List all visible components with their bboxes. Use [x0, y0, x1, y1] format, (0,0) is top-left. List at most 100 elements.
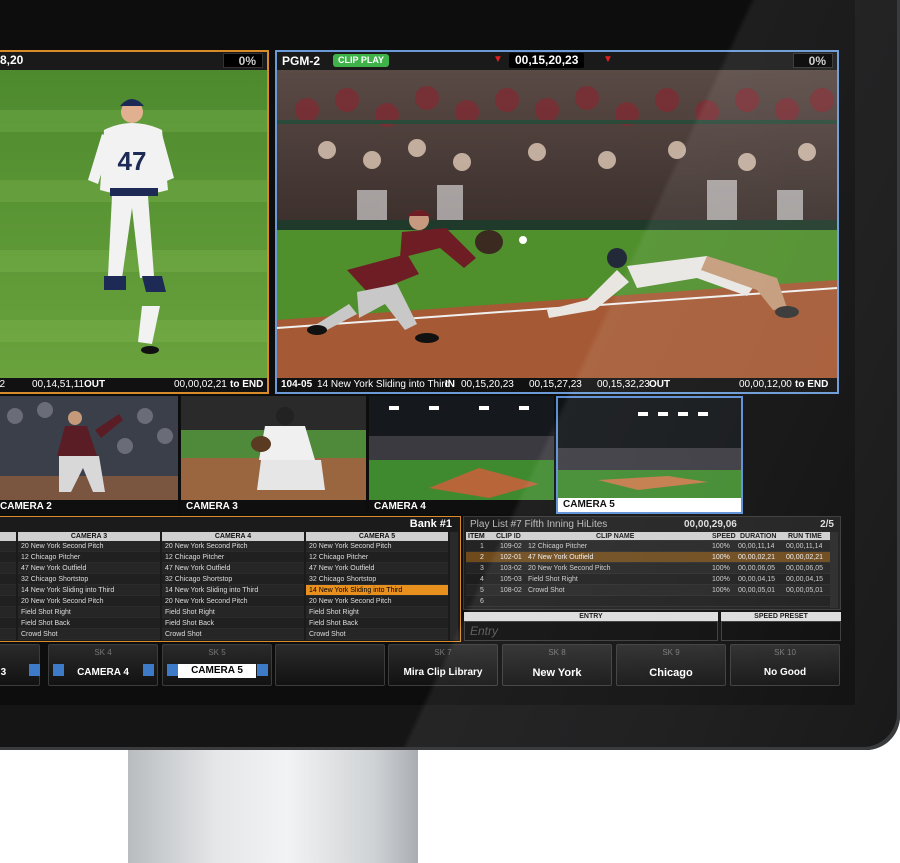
camera-2-thumb[interactable]: CAMERA 2 [0, 396, 178, 514]
camera-3-label: CAMERA 3 [181, 500, 366, 514]
clip-cell[interactable]: 14 New York Sliding into Third [162, 585, 304, 596]
clip-cell[interactable]: 47 New York Outfield [18, 563, 160, 574]
clip-cell[interactable]: Field Shot Right [162, 607, 304, 618]
clip-cell[interactable]: Field Shot Right [18, 607, 160, 618]
camera-3-thumb[interactable]: CAMERA 3 [181, 396, 366, 514]
softkey-label: CAMERA 5 [178, 664, 256, 678]
clip-cell[interactable]: 20 New York Second Pitch [162, 541, 304, 552]
playlist-scrollbar[interactable] [830, 532, 838, 608]
playlist-title: Play List #7 Fifth Inning HiLites [470, 519, 608, 530]
camera-5-thumb[interactable]: CAMERA 5 [556, 396, 743, 514]
preview-video: 47 [0, 70, 267, 378]
program-out-label: OUT [649, 379, 671, 390]
playlist-header-row: ITEM CLIP ID CLIP NAME SPEED DURATION RU… [466, 532, 830, 541]
softkey-label: No Good [763, 667, 807, 678]
speed-preset-field[interactable] [721, 621, 841, 641]
clip-cell[interactable]: Field Shot Back [306, 618, 448, 629]
entry-field[interactable]: Entry [464, 621, 718, 641]
playlist-row[interactable]: 3 103-02 20 New York Second Pitch 100% 0… [466, 563, 830, 574]
program-clip-id: 104-05 [281, 379, 313, 390]
clip-cell[interactable]: 12 Chicago Pitcher [306, 552, 448, 563]
clip-cell[interactable]: Field Shot Back [18, 618, 160, 629]
softkey-10[interactable]: SK 10 No Good [730, 644, 840, 686]
header-item: ITEM [468, 533, 485, 540]
program-in-tc: 00,15,20,23 [461, 379, 514, 390]
playlist-row[interactable]: 6 [466, 596, 830, 607]
clip-cell[interactable]: 32 Chicago Shortstop [162, 574, 304, 585]
preview-viewer[interactable]: 8,20 0% 47 2 00,14,51,11 OUT 00,00,02,21… [0, 50, 269, 394]
clip-cell[interactable]: 12 Chicago Pitcher [162, 552, 304, 563]
clip-grid-scrollbar[interactable] [450, 532, 458, 640]
clip-cell[interactable]: 20 New York Second Pitch [306, 541, 448, 552]
clip-cell[interactable]: Crowd Shot [162, 629, 304, 640]
pitcher-image [0, 396, 178, 500]
selected-indicator [257, 664, 268, 676]
softkey-3[interactable]: A 3 [0, 644, 40, 686]
entry-header: ENTRY [464, 612, 718, 621]
softkey-label: Chicago [649, 667, 693, 679]
out-marker-icon: ▼ [603, 54, 613, 65]
softkey-label: Mira Clip Library [403, 667, 483, 678]
speed-preset-header: SPEED PRESET [721, 612, 841, 621]
clip-cell[interactable]: Field Shot Right [306, 607, 448, 618]
program-label: PGM-2 [282, 54, 321, 68]
header-duration: DURATION [740, 533, 777, 540]
playlist-row[interactable]: 1 109-02 12 Chicago Pitcher 100% 00,00,1… [466, 541, 830, 552]
selected-indicator [167, 664, 178, 676]
softkey-label: CAMERA 4 [77, 667, 129, 678]
clip-cell[interactable]: 12 Chicago Pitcher [18, 552, 160, 563]
outfielder-image: 47 [0, 70, 267, 378]
program-end-label: to END [795, 379, 829, 390]
softkey-5[interactable]: SK 5 CAMERA 5 [162, 644, 272, 686]
program-percent: 0% [793, 53, 833, 68]
softkey-6[interactable] [275, 644, 385, 686]
softkey-label: New York [532, 667, 582, 679]
clip-cell[interactable]: 20 New York Second Pitch [306, 596, 448, 607]
preview-timecode: 8,20 [0, 53, 24, 67]
clip-cell[interactable]: Crowd Shot [18, 629, 160, 640]
playlist-row-selected[interactable]: 2 102-01 47 New York Outfield 100% 00,00… [466, 552, 830, 563]
softkey-9[interactable]: SK 9 Chicago [616, 644, 726, 686]
header-clip-name: CLIP NAME [596, 533, 635, 540]
clip-grid-column: CAMERA 5 20 New York Second Pitch 12 Chi… [306, 532, 448, 640]
catcher-image [181, 396, 366, 500]
in-marker-icon: ▼ [493, 54, 503, 65]
header-speed: SPEED [712, 533, 736, 540]
clip-cell[interactable]: 20 New York Second Pitch [162, 596, 304, 607]
playlist-panel: Play List #7 Fifth Inning HiLites 00,00,… [463, 516, 841, 610]
clip-cell[interactable]: 32 Chicago Shortstop [306, 574, 448, 585]
clip-play-badge: CLIP PLAY [333, 54, 390, 67]
playlist-row[interactable]: 4 105-03 Field Shot Right 100% 00,00,04,… [466, 574, 830, 585]
program-out-tc: 00,15,32,23 [597, 379, 650, 390]
program-end-tc: 00,00,12,00 [739, 379, 792, 390]
program-in-label: IN [445, 379, 455, 390]
program-viewer[interactable]: PGM-2 CLIP PLAY ▼ 00,15,20,23 ▼ 0% 104-0… [275, 50, 839, 394]
playlist-row[interactable]: 5 108-02 Crowd Shot 100% 00,00,05,01 00,… [466, 585, 830, 596]
camera-5-label: CAMERA 5 [558, 498, 741, 512]
clip-cell-selected[interactable]: 14 New York Sliding into Third [306, 585, 448, 596]
preview-out-label: OUT [84, 379, 106, 390]
program-video [277, 70, 837, 378]
clip-cell[interactable]: 32 Chicago Shortstop [18, 574, 160, 585]
svg-text:47: 47 [118, 146, 147, 176]
clip-cell[interactable]: 20 New York Second Pitch [18, 541, 160, 552]
bank-label[interactable]: Bank #1 [410, 518, 452, 530]
camera-4-thumb[interactable]: CAMERA 4 [369, 396, 554, 514]
program-clip-name: 14 New York Sliding into Third [317, 379, 451, 390]
clip-cell[interactable]: 14 New York Sliding into Third [18, 585, 160, 596]
camera-2-label: CAMERA 2 [0, 500, 178, 514]
clip-cell[interactable]: Field Shot Back [162, 618, 304, 629]
softkey-label: A 3 [0, 667, 7, 678]
clip-cell[interactable]: 47 New York Outfield [306, 563, 448, 574]
clip-cell[interactable]: Crowd Shot [306, 629, 448, 640]
clip-cell[interactable]: 47 New York Outfield [162, 563, 304, 574]
column-header: CAMERA 5 [306, 532, 448, 541]
column-header: CAMERA 3 [18, 532, 160, 541]
softkey-4[interactable]: SK 4 CAMERA 4 [48, 644, 158, 686]
clip-cell[interactable]: 20 New York Second Pitch [18, 596, 160, 607]
clip-grid-panel: Bank #1 CAMERA 3 20 New York Second Pitc… [0, 516, 461, 642]
softkey-8[interactable]: SK 8 New York [502, 644, 612, 686]
camera-4-label: CAMERA 4 [369, 500, 554, 514]
softkey-7[interactable]: SK 7 Mira Clip Library [388, 644, 498, 686]
preview-percent: 0% [223, 53, 263, 68]
